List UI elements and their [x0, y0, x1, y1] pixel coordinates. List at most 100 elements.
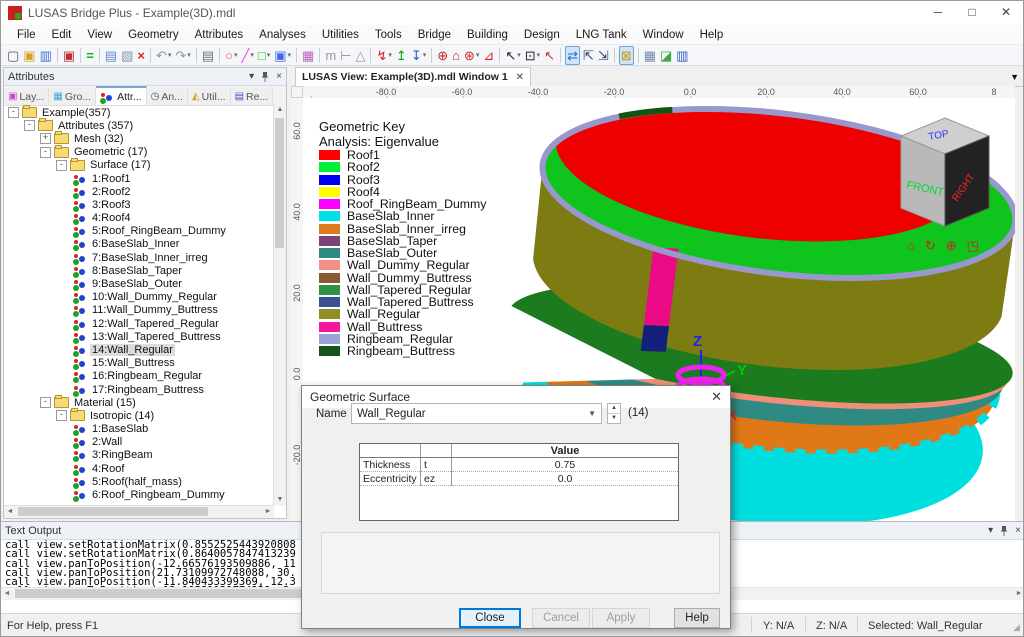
dialog-property-table[interactable]: ValueThicknesst0.75Eccentricityez0.0: [359, 443, 679, 521]
cancel-button[interactable]: Cancel: [532, 608, 590, 628]
tree-item[interactable]: 12:Wall_Tapered_Regular: [4, 317, 274, 330]
menu-lng-tank[interactable]: LNG Tank: [568, 29, 635, 41]
tree-item[interactable]: 16:Ringbeam_Regular: [4, 370, 274, 383]
dropdown-arrow-icon[interactable]: ▾: [250, 51, 254, 59]
panel-tab-lay[interactable]: ▣Lay...: [4, 88, 49, 105]
tree-item[interactable]: 6:Roof_Ringbeam_Dummy: [4, 488, 274, 501]
name-combobox[interactable]: Wall_Regular ▼: [351, 403, 602, 424]
spinner-up-icon[interactable]: ▲: [608, 404, 620, 413]
tree-item[interactable]: 4:Roof: [4, 462, 274, 475]
undo-icon[interactable]: ↶▾: [155, 47, 172, 64]
name-spinner[interactable]: ▲ ▼: [607, 403, 621, 424]
panel-tab-re[interactable]: ▤Re...: [231, 88, 274, 105]
dropdown-arrow-icon[interactable]: ▾: [288, 51, 292, 59]
panel-menu-icon[interactable]: ▾: [249, 71, 254, 82]
open-file-icon[interactable]: ▣: [22, 47, 36, 64]
tree-item[interactable]: 17:Ringbeam_Buttress: [4, 383, 274, 396]
close-button[interactable]: Close: [459, 608, 521, 628]
dropdown-arrow-icon[interactable]: ▾: [168, 51, 172, 59]
delete-icon[interactable]: ×: [136, 47, 146, 64]
tree-item[interactable]: -Material (15): [4, 396, 274, 409]
tree-item[interactable]: -Isotropic (14): [4, 409, 274, 422]
panel-tab-attr[interactable]: Attr...: [96, 86, 147, 105]
pin-icon[interactable]: [261, 72, 269, 82]
tree-item[interactable]: 3:Roof3: [4, 198, 274, 211]
loading-icon[interactable]: △: [354, 47, 366, 64]
draw-line-icon[interactable]: ╱▾: [240, 47, 254, 64]
menu-geometry[interactable]: Geometry: [120, 29, 187, 41]
scroll-right-arrow[interactable]: ►: [1013, 588, 1024, 600]
chart-view-icon[interactable]: ◪: [659, 47, 673, 64]
dynamic-rotate-icon[interactable]: ⊛▾: [463, 47, 480, 64]
menu-analyses[interactable]: Analyses: [251, 29, 314, 41]
tree-item[interactable]: 2:Roof2: [4, 185, 274, 198]
scroll-right-arrow[interactable]: ►: [262, 506, 274, 518]
tree-vertical-scrollbar[interactable]: ▲ ▼: [273, 104, 286, 506]
scroll-left-arrow[interactable]: ◄: [4, 506, 16, 518]
open-model-icon[interactable]: ▣: [62, 47, 76, 64]
panel-close-icon[interactable]: ×: [276, 71, 282, 82]
support-up-icon[interactable]: ↥: [395, 47, 408, 64]
tree-item[interactable]: 3:RingBeam: [4, 449, 274, 462]
menu-utilities[interactable]: Utilities: [314, 29, 367, 41]
box-select-icon[interactable]: ⊡▾: [524, 47, 541, 64]
cube-home-icon[interactable]: ⌂: [907, 238, 915, 254]
dropdown-arrow-icon[interactable]: ▾: [267, 51, 271, 59]
collapse-icon[interactable]: -: [56, 160, 67, 171]
grid-view-icon[interactable]: ▦: [643, 47, 657, 64]
chevron-down-icon[interactable]: ▼: [588, 409, 596, 418]
scroll-thumb[interactable]: [18, 507, 208, 516]
dropdown-arrow-icon[interactable]: ▾: [187, 51, 191, 59]
menu-file[interactable]: File: [9, 29, 44, 41]
tree-item[interactable]: 5:Roof(half_mass): [4, 475, 274, 488]
menu-attributes[interactable]: Attributes: [187, 29, 252, 41]
tree-item[interactable]: 14:Wall_Regular: [4, 343, 274, 356]
menu-window[interactable]: Window: [635, 29, 692, 41]
tree-item[interactable]: 2:Wall: [4, 436, 274, 449]
dropdown-arrow-icon[interactable]: ▾: [423, 51, 427, 59]
menu-design[interactable]: Design: [516, 29, 568, 41]
draw-volume-icon[interactable]: ▣▾: [273, 47, 292, 64]
table-row[interactable]: Eccentricityez0.0: [360, 472, 678, 486]
tree-item[interactable]: 15:Wall_Buttress: [4, 357, 274, 370]
lock-icon[interactable]: ⊠: [619, 46, 634, 65]
save-file-icon[interactable]: ▥: [39, 47, 53, 64]
dropdown-arrow-icon[interactable]: ▾: [537, 51, 541, 59]
menu-building[interactable]: Building: [459, 29, 516, 41]
load-down-icon[interactable]: ↧▾: [410, 47, 427, 64]
redo-icon[interactable]: ↷▾: [174, 47, 191, 64]
tree-item[interactable]: 5:Roof_RingBeam_Dummy: [4, 225, 274, 238]
tree-item[interactable]: -Surface (17): [4, 159, 274, 172]
minimize-button[interactable]: ─: [921, 1, 955, 25]
value-cell[interactable]: 0.0: [452, 472, 679, 486]
dropdown-arrow-icon[interactable]: ▾: [234, 51, 238, 59]
tree-item[interactable]: 13:Wall_Tapered_Buttress: [4, 330, 274, 343]
menu-tools[interactable]: Tools: [367, 29, 410, 41]
apply-button[interactable]: Apply: [592, 608, 650, 628]
cube-zoom-icon[interactable]: ◳: [967, 238, 979, 254]
select-cursor-icon[interactable]: ↖▾: [504, 47, 521, 64]
zoom-home-icon[interactable]: ⌂: [451, 47, 461, 64]
menu-edit[interactable]: Edit: [44, 29, 80, 41]
print-icon[interactable]: ▤: [201, 47, 215, 64]
deselect-cursor-icon[interactable]: ↖: [543, 47, 556, 64]
collapse-icon[interactable]: -: [56, 410, 67, 421]
maximize-button[interactable]: □: [955, 1, 989, 25]
panel-close-icon[interactable]: ×: [1015, 525, 1021, 536]
dynamic-zoom-icon[interactable]: ⊿: [482, 47, 495, 64]
tree-horizontal-scrollbar[interactable]: ◄ ►: [4, 505, 274, 518]
table-row[interactable]: Thicknesst0.75: [360, 458, 678, 472]
close-button[interactable]: ✕: [989, 1, 1023, 25]
dropdown-arrow-icon[interactable]: ▾: [388, 51, 392, 59]
new-file-icon[interactable]: ▢: [6, 47, 20, 64]
dialog-close-icon[interactable]: ✕: [711, 389, 722, 405]
view-list-dropdown-icon[interactable]: ▼: [1010, 72, 1019, 82]
tree-item[interactable]: 1:BaseSlab: [4, 423, 274, 436]
collapse-icon[interactable]: -: [24, 120, 35, 131]
wall-tapered-buttress[interactable]: [641, 323, 669, 354]
tree-item[interactable]: 7:BaseSlab_Inner_irreg: [4, 251, 274, 264]
tree-item[interactable]: 4:Roof4: [4, 212, 274, 225]
view-tab[interactable]: LUSAS View: Example(3D).mdl Window 1 ✕: [295, 67, 531, 86]
collapse-icon[interactable]: -: [40, 397, 51, 408]
collapse-icon[interactable]: -: [40, 147, 51, 158]
